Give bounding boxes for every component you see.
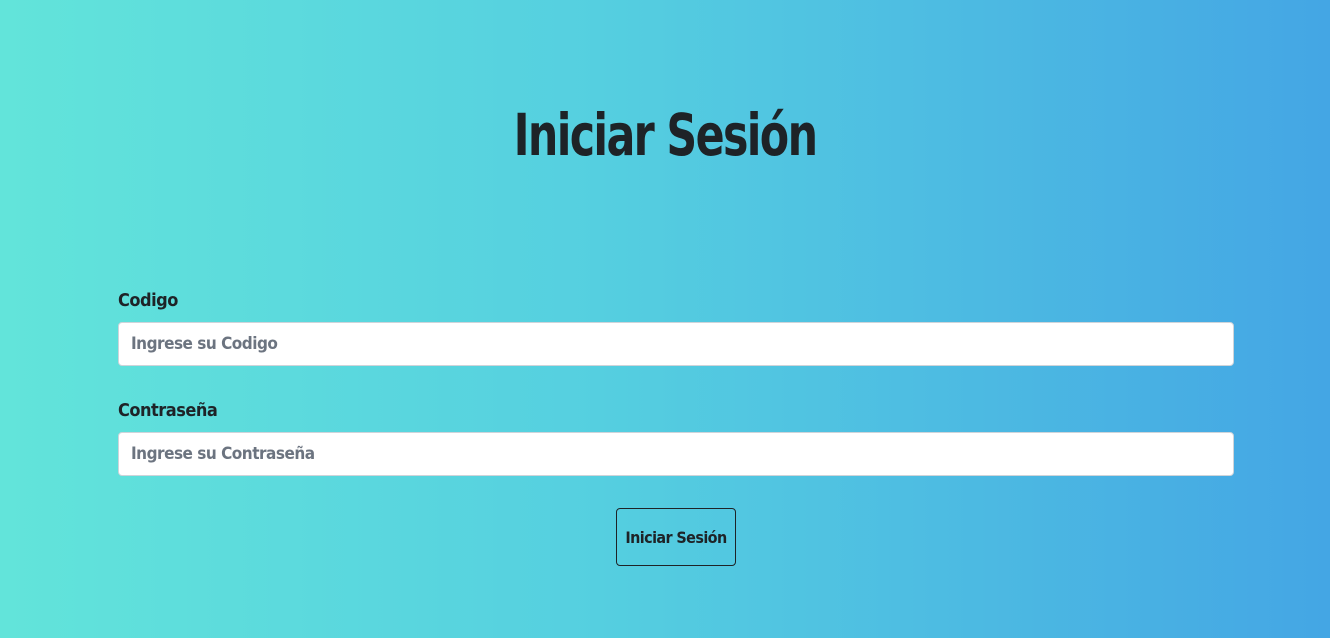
page-title: Iniciar Sesión bbox=[513, 101, 818, 169]
login-button[interactable]: Iniciar Sesión bbox=[616, 508, 736, 566]
code-input[interactable] bbox=[118, 322, 1234, 366]
password-label: Contraseña bbox=[118, 400, 218, 421]
password-input[interactable] bbox=[118, 432, 1234, 476]
code-label: Codigo bbox=[118, 290, 178, 311]
